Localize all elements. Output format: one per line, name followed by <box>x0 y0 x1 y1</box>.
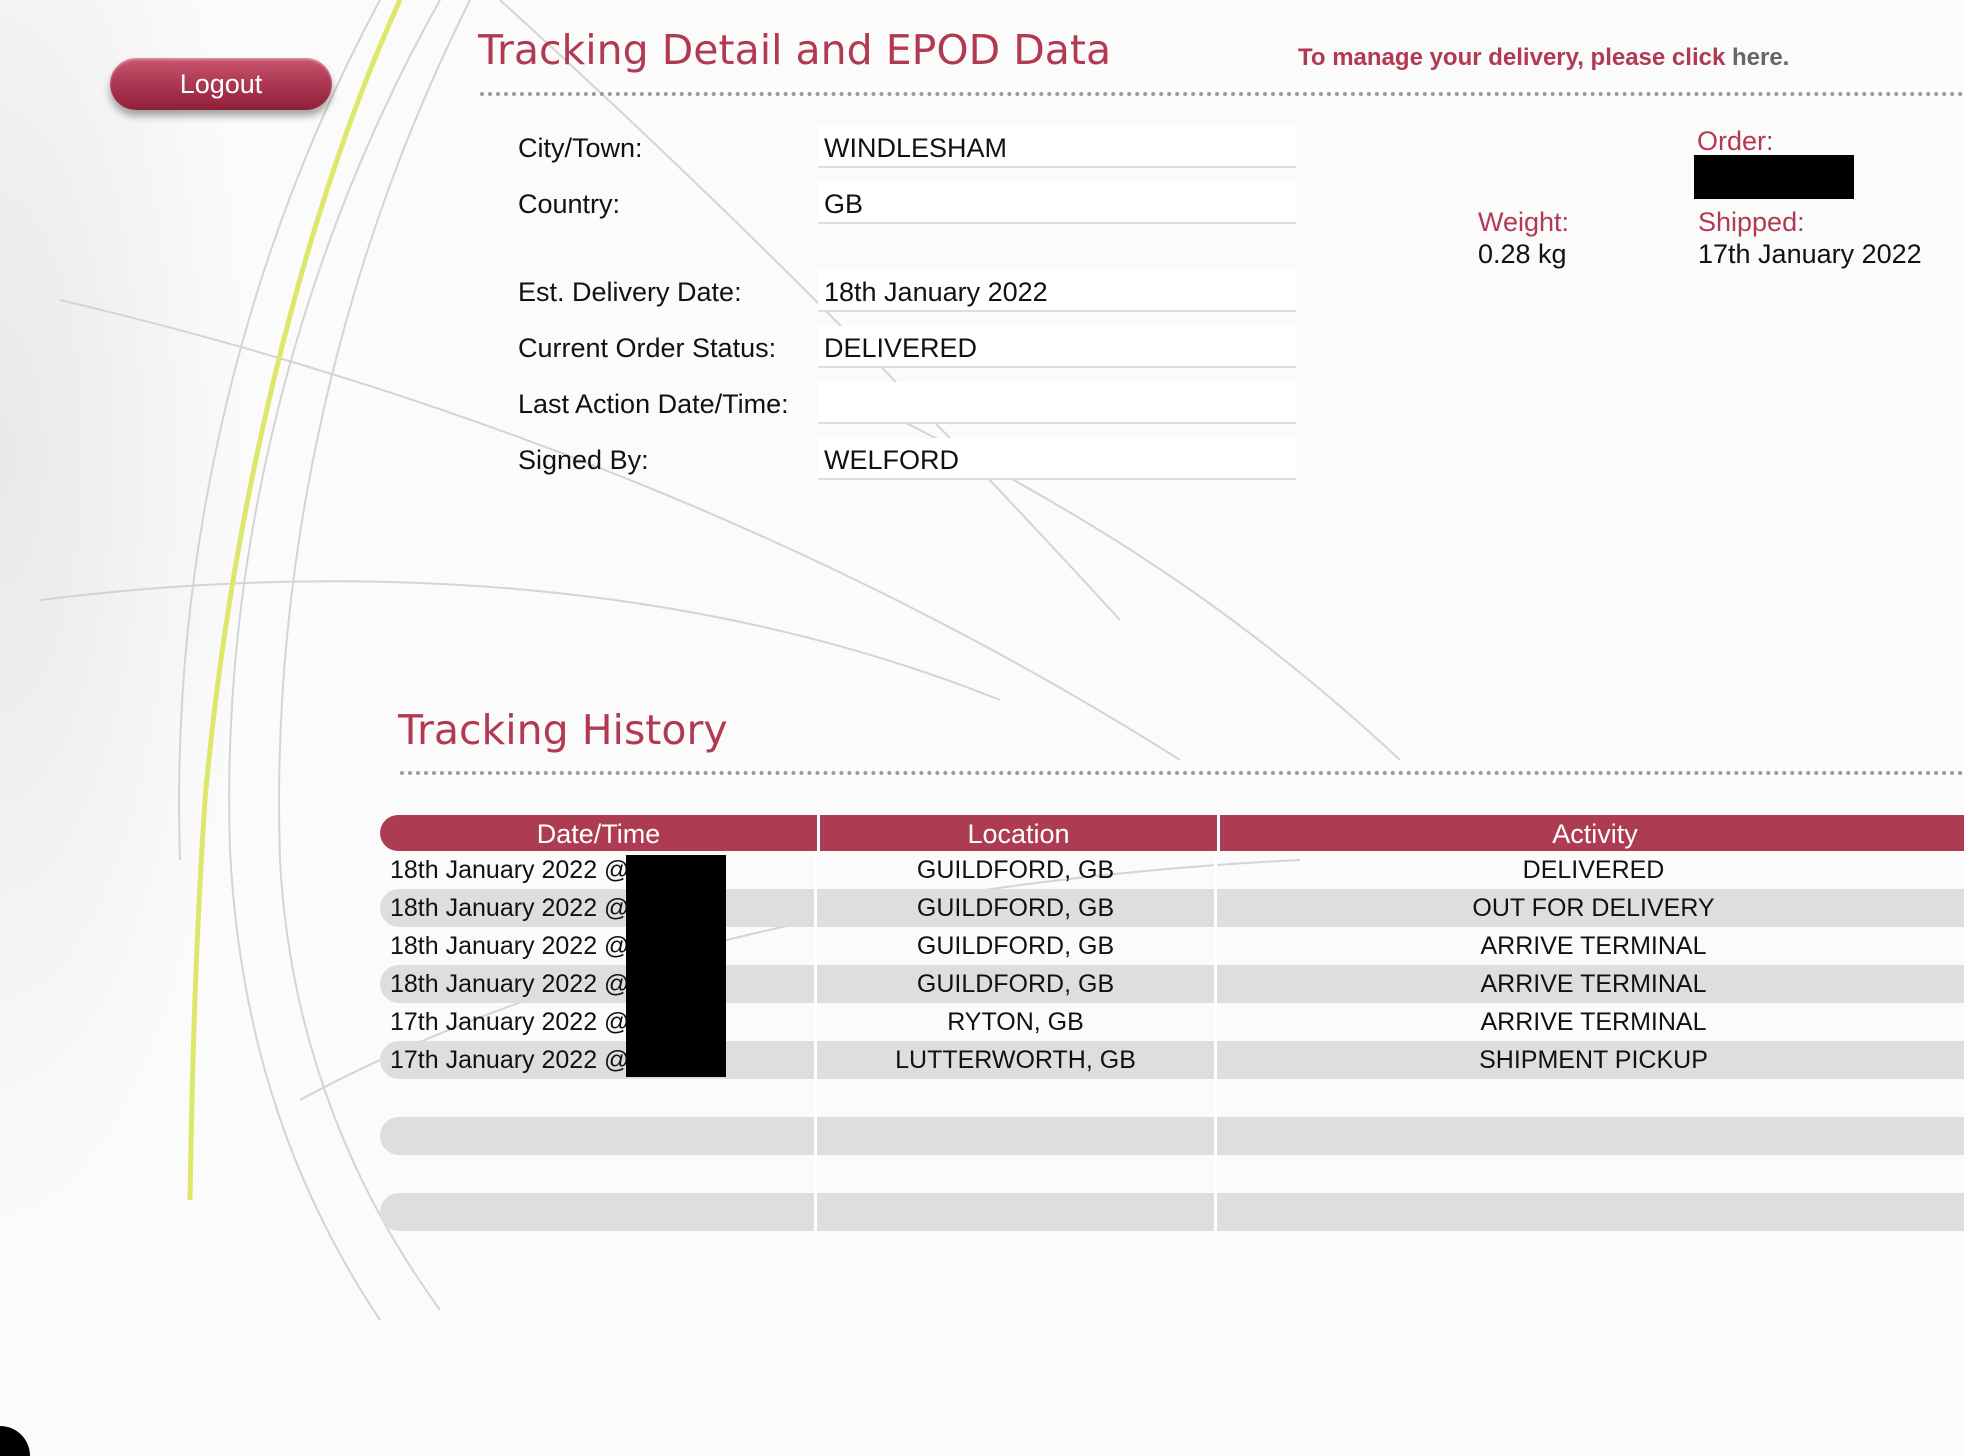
row-location: LUTTERWORTH, GB <box>817 1041 1217 1079</box>
row-datetime: 18th January 2022 @ <box>380 927 817 965</box>
weight-value: 0.28 kg <box>1478 239 1567 269</box>
signed-by-field: WELFORD <box>818 438 1296 480</box>
table-row-empty <box>380 1155 1964 1193</box>
row-datetime: 18th January 2022 @ <box>380 851 817 889</box>
row-location: GUILDFORD, GB <box>817 889 1217 927</box>
table-row-empty <box>380 1193 1964 1231</box>
tracking-history-title: Tracking History <box>398 706 728 754</box>
logout-button[interactable]: Logout <box>110 58 332 110</box>
title-divider <box>480 92 1964 96</box>
city-field: WINDLESHAM <box>818 126 1296 168</box>
table-row: 17th January 2022 @ RYTON, GB ARRIVE TER… <box>380 1003 1964 1041</box>
table-row-empty <box>380 1079 1964 1117</box>
table-row-empty <box>380 1231 1964 1269</box>
manage-delivery-label: To manage your delivery, please click <box>1298 44 1726 71</box>
row-location: RYTON, GB <box>817 1003 1217 1041</box>
time-redacted <box>626 855 726 1077</box>
last-action-label: Last Action Date/Time: <box>518 389 789 419</box>
order-status-label: Current Order Status: <box>518 333 777 363</box>
country-label: Country: <box>518 189 621 219</box>
country-field: GB <box>818 182 1296 224</box>
order-number-redacted <box>1694 155 1854 199</box>
est-delivery-label: Est. Delivery Date: <box>518 277 742 307</box>
column-header-datetime: Date/Time <box>380 815 820 851</box>
shipped-value: 17th January 2022 <box>1698 239 1922 269</box>
row-datetime: 17th January 2022 @ <box>380 1003 817 1041</box>
est-delivery-field: 18th January 2022 <box>818 270 1296 312</box>
tracking-history-table: Date/Time Location Activity 18th January… <box>380 815 1964 1269</box>
row-datetime: 18th January 2022 @ <box>380 965 817 1003</box>
row-activity: ARRIVE TERMINAL <box>1480 970 1707 998</box>
row-activity: ARRIVE TERMINAL <box>1480 932 1707 960</box>
table-row: 18th January 2022 @ GUILDFORD, GB ARRIVE… <box>380 965 1964 1003</box>
column-header-activity: Activity <box>1552 819 1638 849</box>
row-datetime: 18th January 2022 @ <box>380 889 817 927</box>
row-location: GUILDFORD, GB <box>817 851 1217 889</box>
row-location: GUILDFORD, GB <box>817 927 1217 965</box>
row-activity: OUT FOR DELIVERY <box>1472 894 1715 922</box>
table-row: 17th January 2022 @ LUTTERWORTH, GB SHIP… <box>380 1041 1964 1079</box>
weight-label: Weight: <box>1478 207 1570 237</box>
row-activity: ARRIVE TERMINAL <box>1480 1008 1707 1036</box>
table-row-empty <box>380 1117 1964 1155</box>
city-label: City/Town: <box>518 133 643 163</box>
last-action-field <box>818 382 1296 424</box>
table-row: 18th January 2022 @ GUILDFORD, GB OUT FO… <box>380 889 1964 927</box>
order-status-field: DELIVERED <box>818 326 1296 368</box>
table-header: Date/Time Location Activity <box>380 815 1964 851</box>
row-datetime: 17th January 2022 @ <box>380 1041 817 1079</box>
signed-by-label: Signed By: <box>518 445 649 475</box>
table-row: 18th January 2022 @ GUILDFORD, GB ARRIVE… <box>380 927 1964 965</box>
manage-delivery-link[interactable]: here. <box>1732 44 1789 71</box>
row-activity: SHIPMENT PICKUP <box>1479 1046 1708 1074</box>
manage-delivery-text: To manage your delivery, please click he… <box>1298 44 1789 72</box>
column-header-location: Location <box>820 815 1220 851</box>
history-divider <box>400 771 1964 775</box>
page-title: Tracking Detail and EPOD Data <box>478 26 1112 74</box>
row-activity: DELIVERED <box>1522 856 1665 884</box>
row-location: GUILDFORD, GB <box>817 965 1217 1003</box>
shipped-label: Shipped: <box>1698 207 1805 237</box>
order-label: Order: <box>1697 126 1774 156</box>
table-row: 18th January 2022 @ GUILDFORD, GB DELIVE… <box>380 851 1964 889</box>
